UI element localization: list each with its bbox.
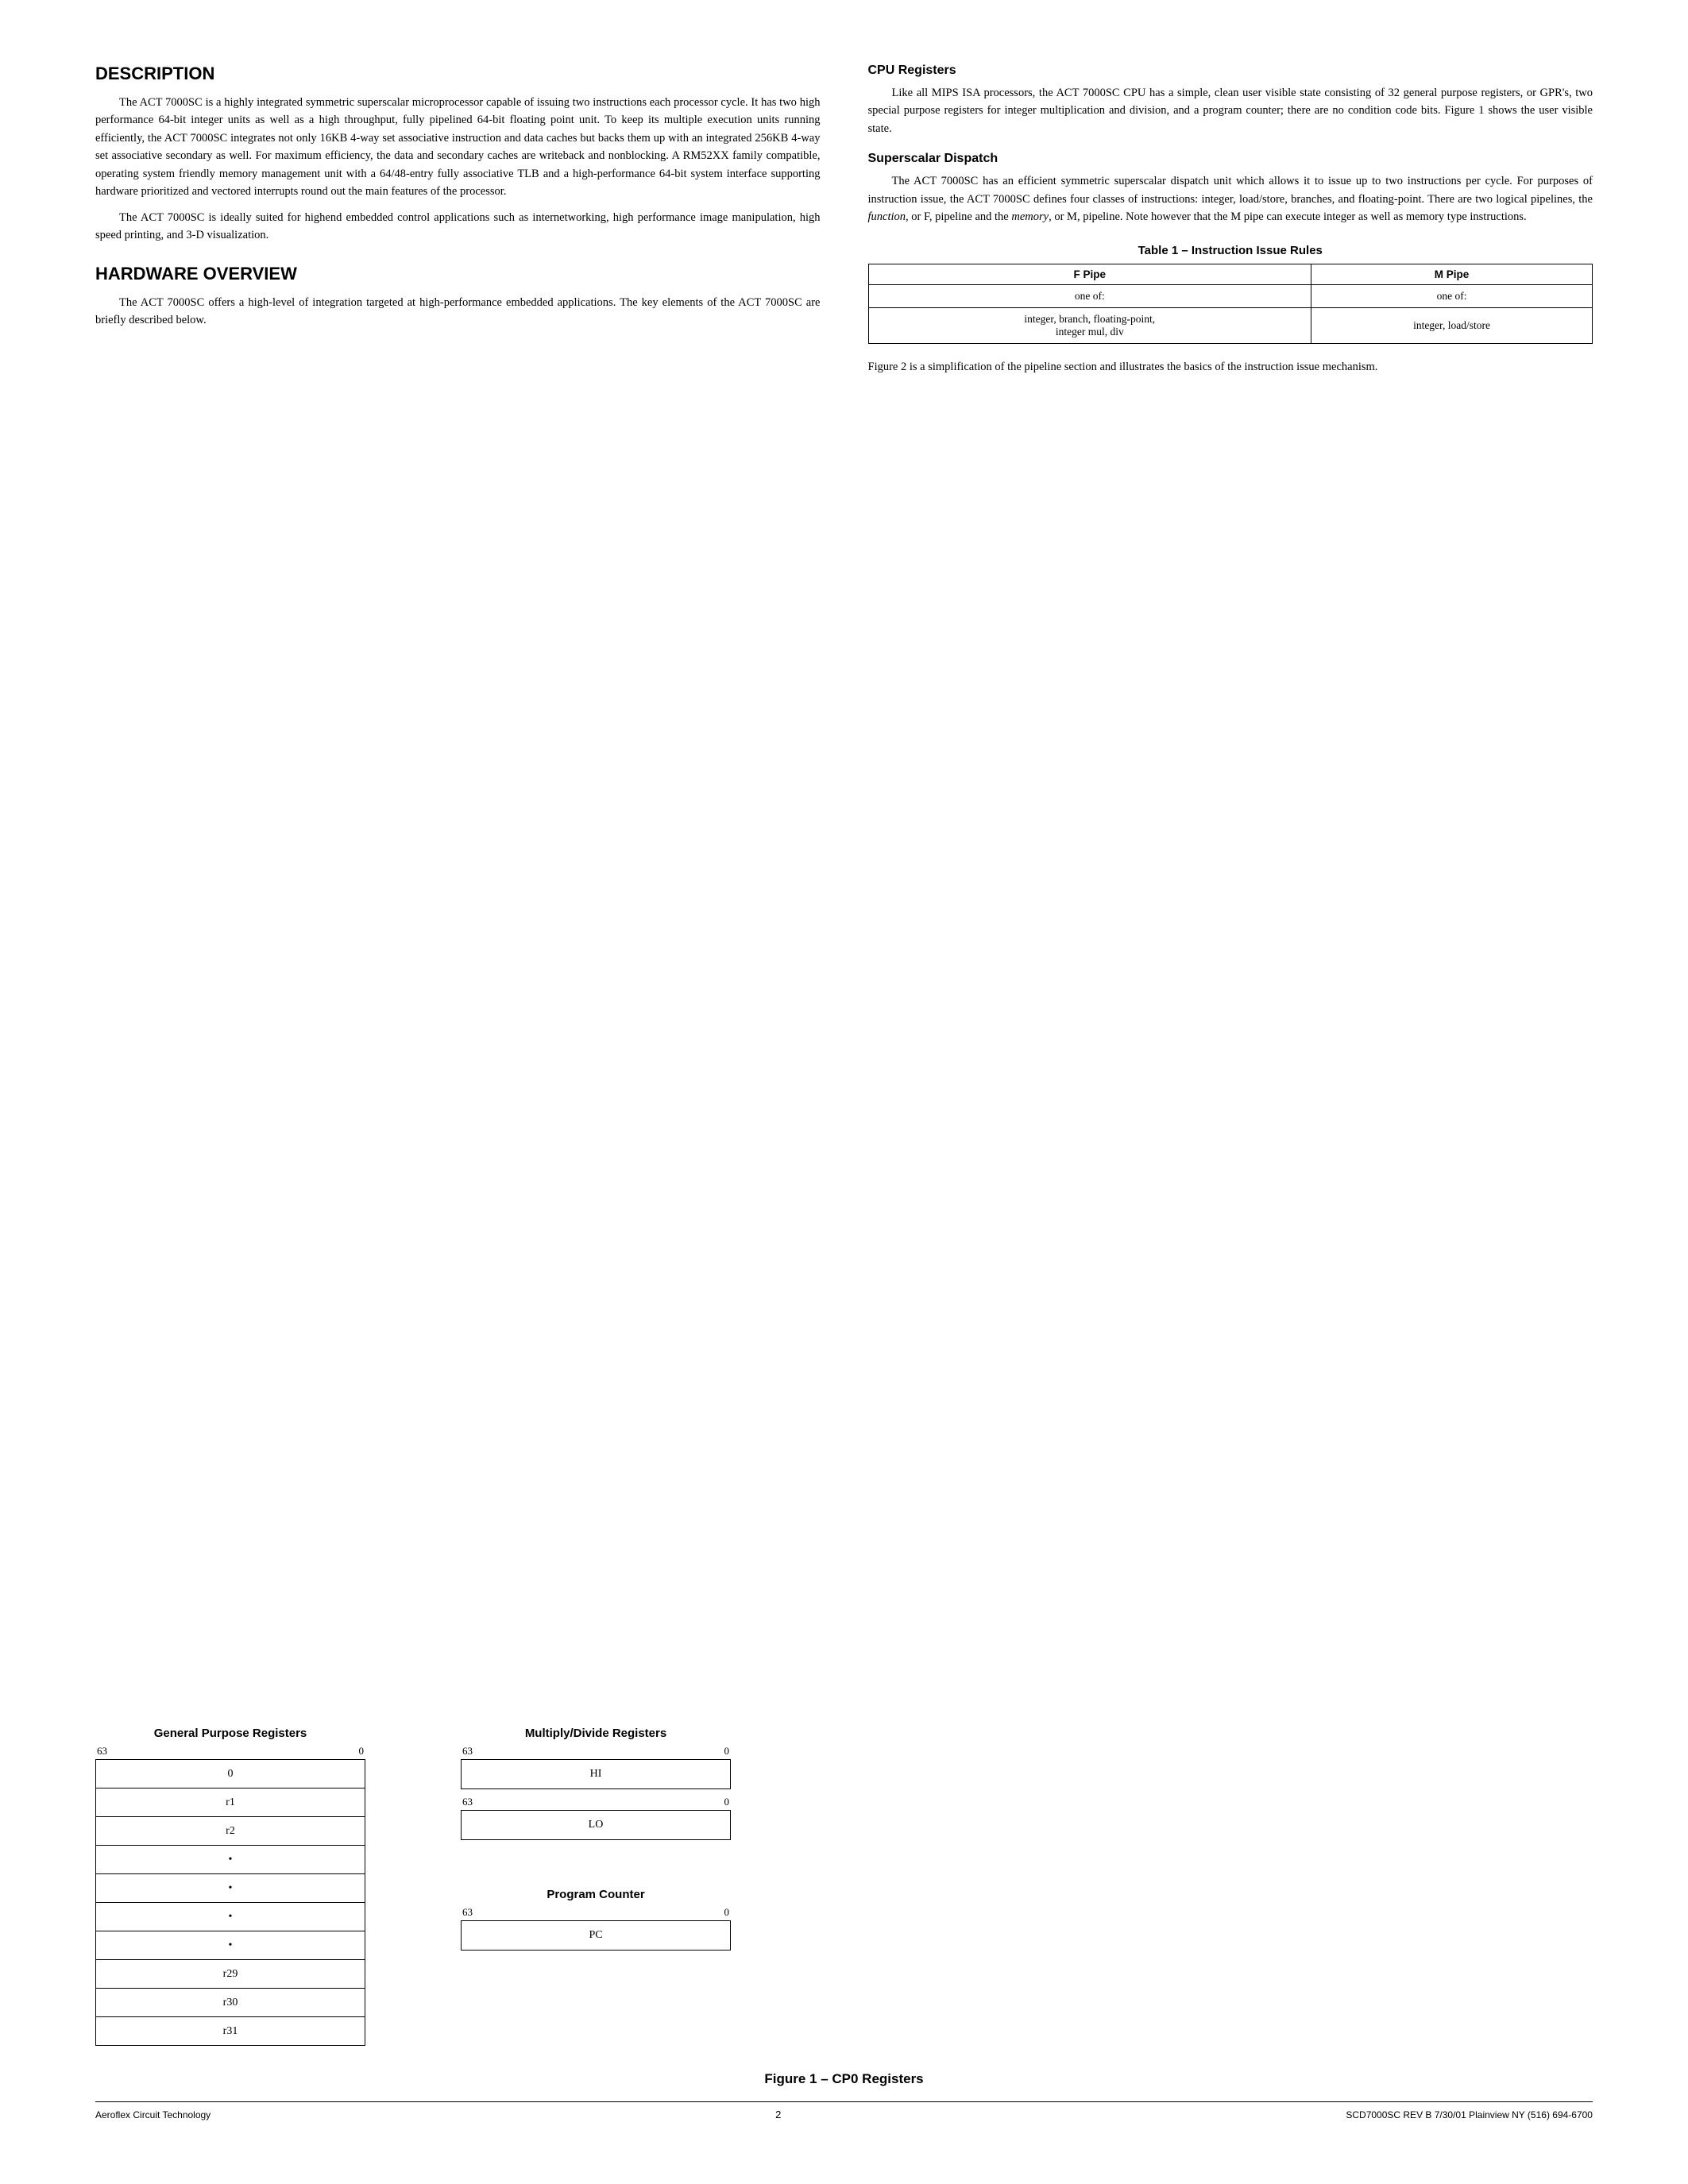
table-row: • <box>96 1931 365 1960</box>
table-row: • <box>96 1846 365 1874</box>
program-counter-group: Program Counter 63 0 PC <box>461 1888 731 1951</box>
gpr-row-r29: r29 <box>96 1960 365 1989</box>
hardware-overview-title: HARDWARE OVERVIEW <box>95 264 821 284</box>
gpr-row-r2: r2 <box>96 1817 365 1846</box>
figure1-section: General Purpose Registers 63 0 0 r1 r2 •… <box>95 1727 1593 2046</box>
lo-bit-high: 63 <box>462 1796 473 1808</box>
program-counter-title: Program Counter <box>461 1888 731 1901</box>
hi-bit-low: 0 <box>724 1745 730 1758</box>
lo-bit-low: 0 <box>724 1796 730 1808</box>
footer-left: Aeroflex Circuit Technology <box>95 2109 211 2120</box>
pc-register: PC <box>461 1920 731 1951</box>
table-row: r1 <box>96 1788 365 1817</box>
table-row: • <box>96 1874 365 1903</box>
gpr-row-r1: r1 <box>96 1788 365 1817</box>
hi-register: HI <box>461 1759 731 1789</box>
right-column: CPU Registers Like all MIPS ISA processo… <box>868 64 1593 1695</box>
table-row: r30 <box>96 1989 365 2017</box>
right-registers: Multiply/Divide Registers 63 0 HI 63 0 L… <box>461 1727 731 1974</box>
table-row: 0 <box>96 1760 365 1788</box>
cpu-registers-para: Like all MIPS ISA processors, the ACT 70… <box>868 84 1593 137</box>
table-row: r2 <box>96 1817 365 1846</box>
pc-bit-labels: 63 0 <box>461 1906 731 1919</box>
table-header-mpipe: M Pipe <box>1311 264 1593 284</box>
table-cell-mpipe-row2: integer, load/store <box>1311 307 1593 343</box>
superscalar-dispatch-title: Superscalar Dispatch <box>868 152 1593 166</box>
gpr-row-dot2: • <box>96 1874 365 1903</box>
gpr-bit-high: 63 <box>97 1745 107 1758</box>
table-cell-fpipe-row1: one of: <box>868 284 1311 307</box>
table-cell-mpipe-row1: one of: <box>1311 284 1593 307</box>
table-row: r29 <box>96 1960 365 1989</box>
gpr-bit-labels: 63 0 <box>95 1745 365 1758</box>
table-row: • <box>96 1903 365 1931</box>
description-title: DESCRIPTION <box>95 64 821 84</box>
lo-register: LO <box>461 1810 731 1840</box>
figure1-caption: Figure 1 – CP0 Registers <box>95 2071 1593 2087</box>
gpr-row-0: 0 <box>96 1760 365 1788</box>
gpr-row-dot1: • <box>96 1846 365 1874</box>
superscalar-dispatch-para: The ACT 7000SC has an efficient symmetri… <box>868 172 1593 226</box>
description-para-2: The ACT 7000SC is ideally suited for hig… <box>95 209 821 245</box>
table-row: one of: one of: <box>868 284 1593 307</box>
description-para-1: The ACT 7000SC is a highly integrated sy… <box>95 94 821 201</box>
table-row: integer, branch, floating-point,integer … <box>868 307 1593 343</box>
table1-caption: Table 1 – Instruction Issue Rules <box>868 244 1593 257</box>
table-row: r31 <box>96 2017 365 2046</box>
footer: Aeroflex Circuit Technology 2 SCD7000SC … <box>95 2101 1593 2120</box>
gpr-row-dot4: • <box>96 1931 365 1960</box>
table-cell-fpipe-row2: integer, branch, floating-point,integer … <box>868 307 1311 343</box>
footer-page-number: 2 <box>775 2109 781 2120</box>
instruction-issue-table: F Pipe M Pipe one of: one of: integer, b… <box>868 264 1593 344</box>
hi-bit-labels: 63 0 <box>461 1745 731 1758</box>
pc-bit-low: 0 <box>724 1906 730 1919</box>
gpr-row-r30: r30 <box>96 1989 365 2017</box>
multiply-divide-title: Multiply/Divide Registers <box>461 1727 731 1740</box>
lo-bit-labels: 63 0 <box>461 1796 731 1808</box>
gpr-bit-low: 0 <box>359 1745 365 1758</box>
cpu-registers-title: CPU Registers <box>868 64 1593 78</box>
page: DESCRIPTION The ACT 7000SC is a highly i… <box>0 0 1688 2184</box>
gpr-title: General Purpose Registers <box>154 1727 307 1740</box>
gpr-table: 0 r1 r2 • • • • r29 r30 r31 <box>95 1759 365 2046</box>
figure2-note: Figure 2 is a simplification of the pipe… <box>868 358 1593 376</box>
footer-right: SCD7000SC REV B 7/30/01 Plainview NY (51… <box>1346 2109 1593 2120</box>
gpr-row-r31: r31 <box>96 2017 365 2046</box>
main-content: DESCRIPTION The ACT 7000SC is a highly i… <box>95 64 1593 1695</box>
left-column: DESCRIPTION The ACT 7000SC is a highly i… <box>95 64 821 1695</box>
gpr-row-dot3: • <box>96 1903 365 1931</box>
multiply-divide-group: Multiply/Divide Registers 63 0 HI 63 0 L… <box>461 1727 731 1840</box>
hi-bit-high: 63 <box>462 1745 473 1758</box>
table-header-fpipe: F Pipe <box>868 264 1311 284</box>
pc-bit-high: 63 <box>462 1906 473 1919</box>
hardware-overview-para-1: The ACT 7000SC offers a high-level of in… <box>95 294 821 330</box>
gpr-group: General Purpose Registers 63 0 0 r1 r2 •… <box>95 1727 365 2046</box>
